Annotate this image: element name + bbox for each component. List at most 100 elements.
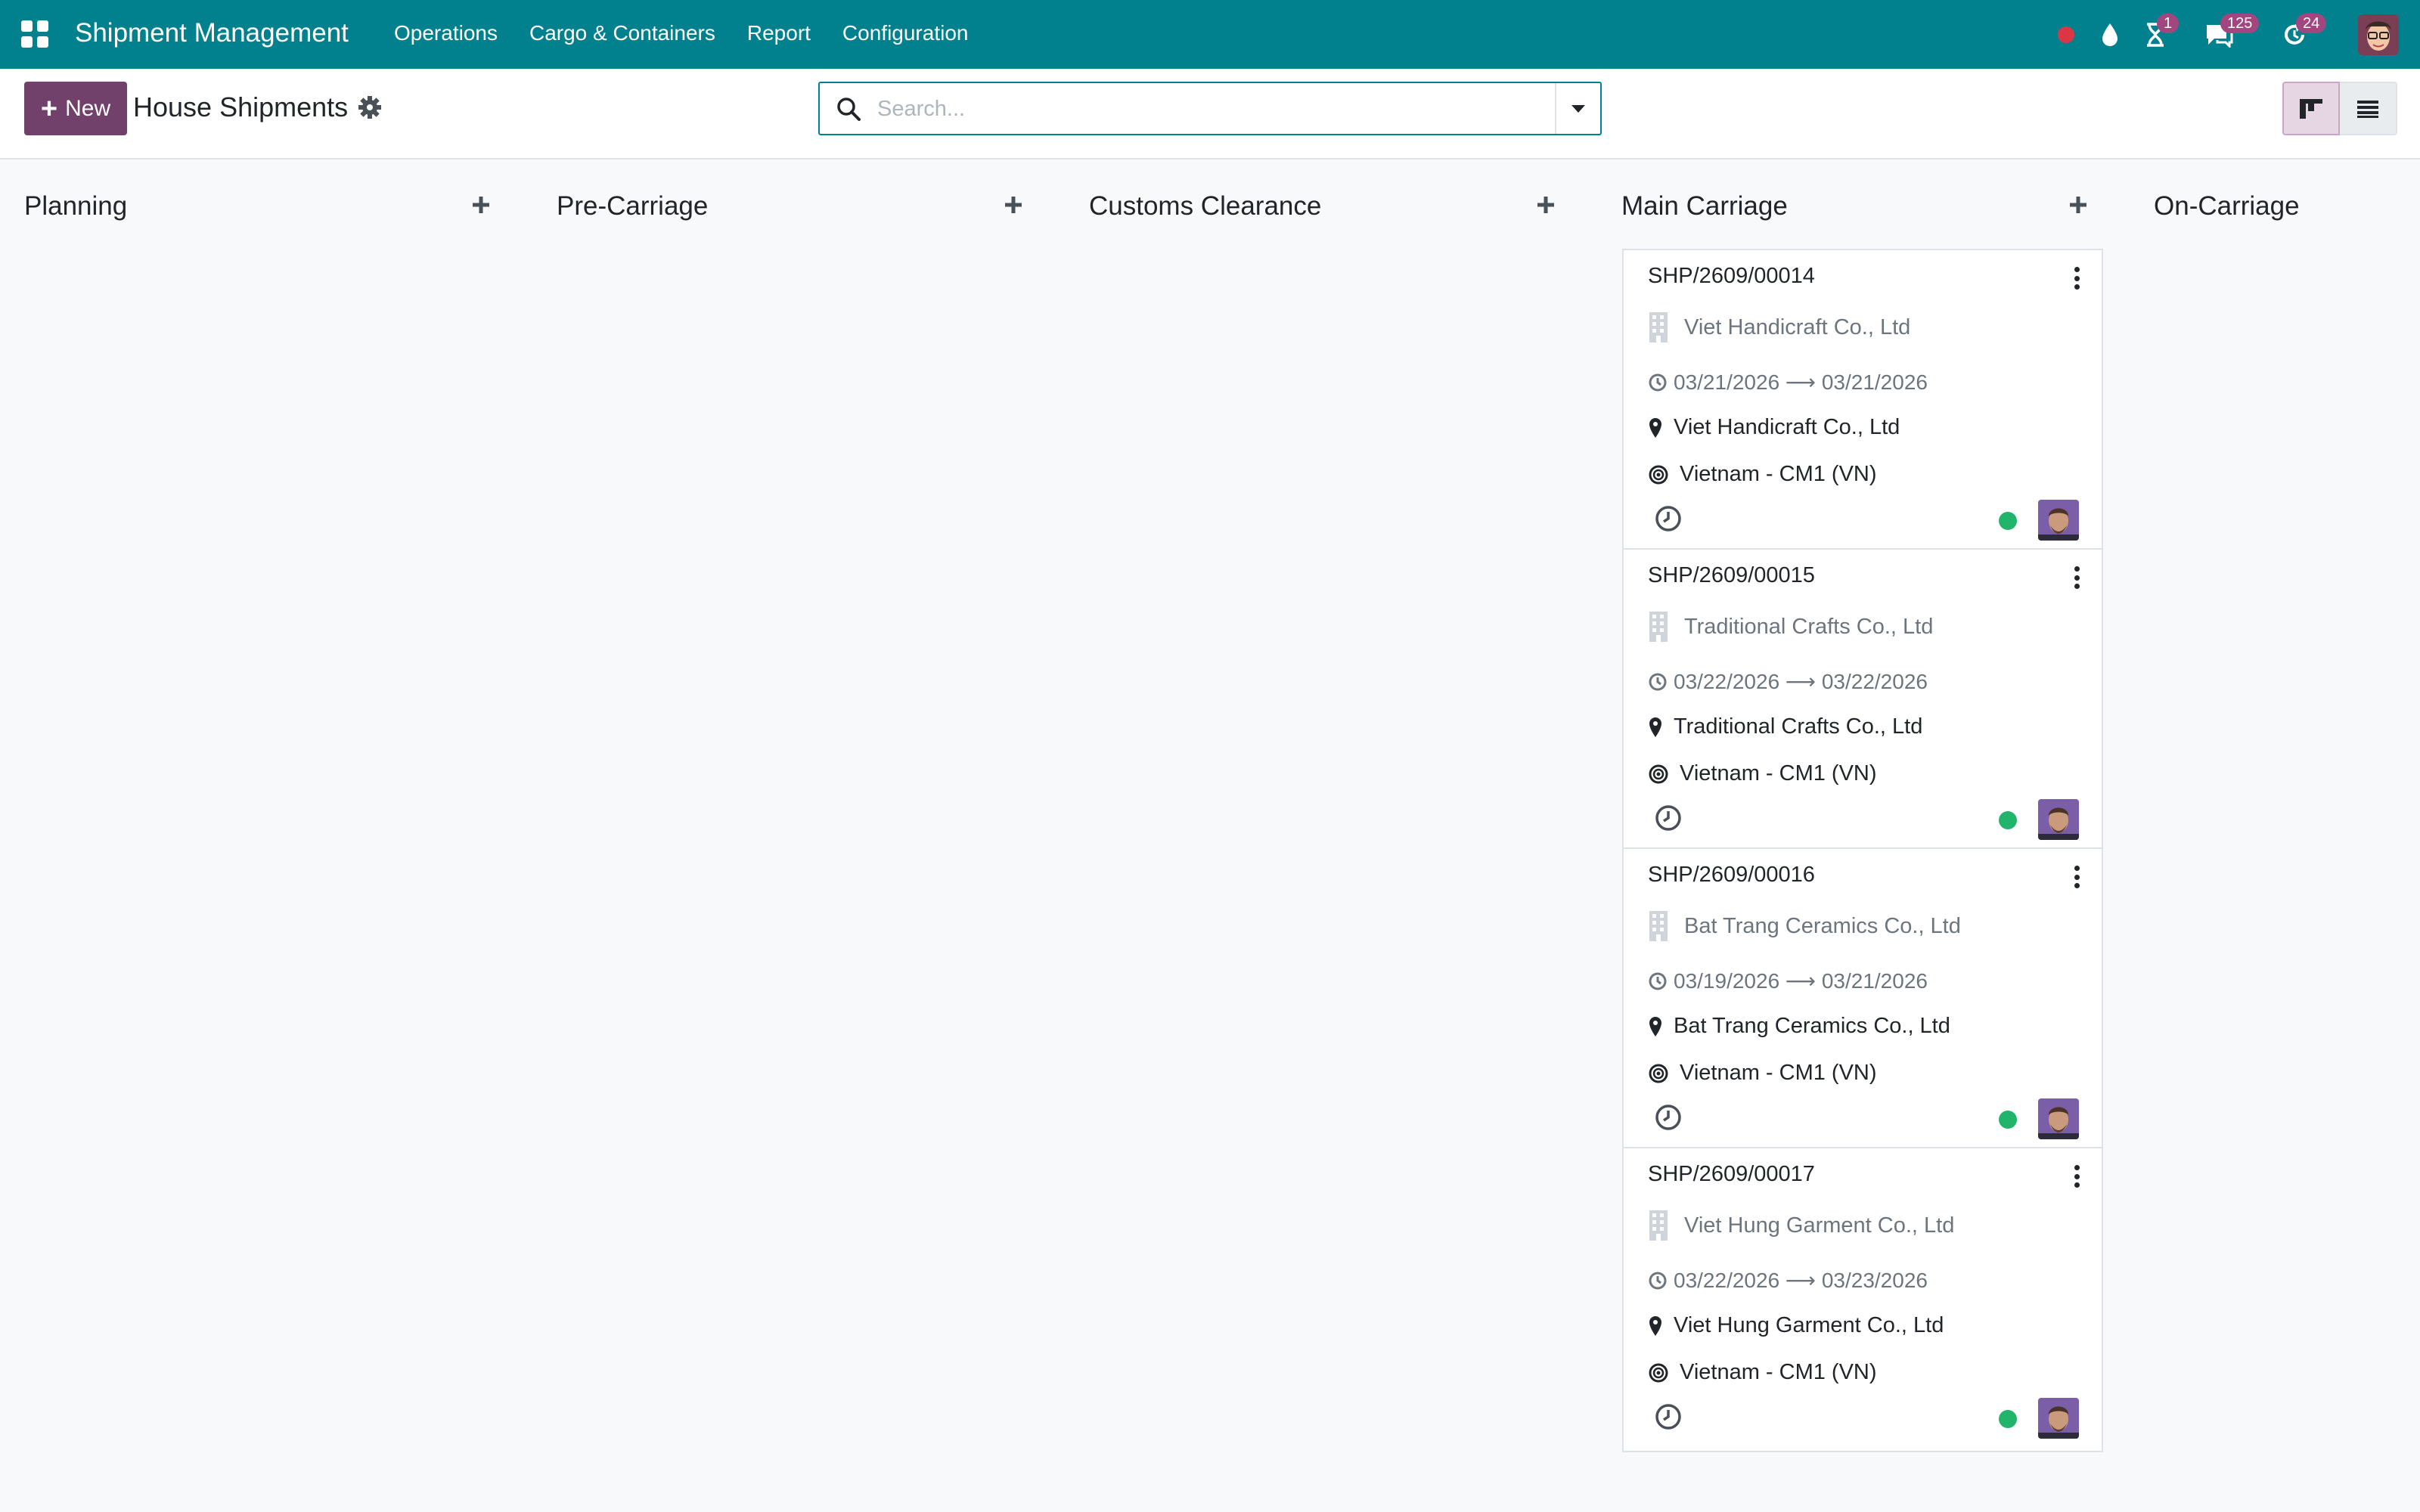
card-menu-icon[interactable]	[2071, 267, 2082, 290]
kanban-board: Planning Pre-Carriage Customs Clearance …	[0, 161, 2420, 1512]
record-dot-icon[interactable]	[2048, 17, 2084, 53]
location-row: Bat Trang Ceramics Co., Ltd	[1648, 1014, 1950, 1039]
new-button[interactable]: + New	[24, 82, 127, 135]
location-row: Traditional Crafts Co., Ltd	[1648, 714, 1922, 739]
map-marker-icon	[1649, 1016, 1661, 1036]
shipment-reference: SHP/2609/00014	[1648, 264, 1815, 288]
partner-name: Viet Hung Garment Co., Ltd	[1684, 1213, 1955, 1238]
activity-clock-icon[interactable]	[1654, 504, 1683, 533]
column-title: Planning	[24, 191, 128, 221]
building-icon	[1649, 312, 1668, 342]
building-icon	[1649, 612, 1668, 642]
shipment-card[interactable]: SHP/2609/00016 Bat Trang Ceramics Co., L…	[1622, 847, 2103, 1153]
date-range: 03/22/2026 ⟶ 03/22/2026	[1674, 670, 1928, 693]
clock-icon	[1649, 1272, 1667, 1289]
add-card-icon[interactable]	[1531, 190, 1561, 220]
shipment-card[interactable]: SHP/2609/00017 Viet Hung Garment Co., Lt…	[1622, 1147, 2103, 1452]
assignee-avatar[interactable]	[2038, 500, 2079, 541]
assignee-avatar[interactable]	[2038, 799, 2079, 840]
shipment-card[interactable]: SHP/2609/00015 Traditional Crafts Co., L…	[1622, 548, 2103, 854]
partner-name: Viet Handicraft Co., Ltd	[1684, 314, 1911, 339]
kanban-icon	[2300, 98, 2322, 119]
search-bar	[818, 82, 1602, 135]
column-title: Pre-Carriage	[557, 191, 709, 221]
drop-icon[interactable]	[2092, 17, 2128, 53]
pickup-location: Bat Trang Ceramics Co., Ltd	[1674, 1014, 1950, 1038]
menu-operations[interactable]: Operations	[394, 21, 498, 45]
main-menu: Operations Cargo & Containers Report Con…	[394, 21, 1000, 45]
top-navbar: Shipment Management Operations Cargo & C…	[0, 0, 2420, 69]
clock-icon	[1649, 373, 1667, 391]
card-menu-icon[interactable]	[2071, 866, 2082, 888]
caret-down-icon	[1571, 104, 1585, 113]
card-menu-icon[interactable]	[2071, 1165, 2082, 1188]
port-name: Vietnam - CM1 (VN)	[1680, 1061, 1877, 1085]
control-panel: + New House Shipments	[0, 69, 2420, 160]
activity-clock-icon[interactable]	[1654, 1103, 1683, 1132]
kanban-column-pre-carriage: Pre-Carriage	[532, 161, 1041, 1512]
search-input[interactable]	[877, 91, 1528, 127]
shipment-card[interactable]: SHP/2609/00014 Viet Handicraft Co., Ltd …	[1622, 249, 2103, 554]
assignee-avatar[interactable]	[2038, 1098, 2079, 1139]
view-switcher	[2282, 82, 2397, 135]
activity-clock-icon[interactable]	[1654, 1402, 1683, 1431]
assignee-avatar[interactable]	[2038, 1398, 2079, 1439]
add-card-icon[interactable]	[998, 190, 1028, 220]
building-icon	[1649, 1210, 1668, 1241]
date-range: 03/22/2026 ⟶ 03/23/2026	[1674, 1269, 1928, 1292]
bullseye-icon	[1649, 465, 1668, 484]
apps-menu-icon[interactable]	[21, 20, 48, 48]
building-icon	[1649, 911, 1668, 941]
partner-row: Viet Handicraft Co., Ltd	[1648, 311, 1910, 344]
activity-clock-icon[interactable]	[1654, 804, 1683, 832]
user-avatar[interactable]	[2358, 14, 2399, 55]
date-range-row: 03/19/2026 ⟶ 03/21/2026	[1648, 968, 1928, 993]
add-card-icon[interactable]	[466, 190, 496, 220]
status-indicator[interactable]	[1999, 512, 2017, 530]
updates-badge: 24	[2296, 14, 2327, 33]
gear-icon[interactable]	[357, 94, 383, 120]
partner-row: Bat Trang Ceramics Co., Ltd	[1648, 909, 1961, 943]
new-button-label: New	[65, 95, 111, 121]
app-brand[interactable]: Shipment Management	[75, 18, 349, 48]
partner-name: Bat Trang Ceramics Co., Ltd	[1684, 913, 1961, 938]
clock-icon	[1649, 972, 1667, 990]
map-marker-icon	[1649, 717, 1661, 737]
bullseye-icon	[1649, 764, 1668, 783]
kanban-view-button[interactable]	[2282, 82, 2340, 135]
kanban-column-customs-clearance: Customs Clearance	[1065, 161, 1573, 1512]
plus-icon: +	[40, 92, 58, 125]
partner-name: Traditional Crafts Co., Ltd	[1684, 614, 1934, 639]
menu-report[interactable]: Report	[747, 21, 811, 45]
updates-icon[interactable]: 24	[2276, 14, 2327, 53]
map-marker-icon	[1649, 417, 1661, 438]
port-row: Vietnam - CM1 (VN)	[1648, 761, 1877, 786]
menu-cargo-containers[interactable]: Cargo & Containers	[529, 21, 715, 45]
search-icon	[835, 95, 862, 122]
port-name: Vietnam - CM1 (VN)	[1680, 462, 1877, 486]
port-row: Vietnam - CM1 (VN)	[1648, 462, 1877, 487]
bullseye-icon	[1649, 1363, 1668, 1382]
status-indicator[interactable]	[1999, 1410, 2017, 1428]
messages-icon[interactable]: 125	[2201, 14, 2260, 53]
add-card-icon[interactable]	[2063, 190, 2093, 220]
date-range: 03/21/2026 ⟶ 03/21/2026	[1674, 370, 1928, 394]
port-name: Vietnam - CM1 (VN)	[1680, 761, 1877, 785]
port-row: Vietnam - CM1 (VN)	[1648, 1360, 1877, 1385]
pickup-location: Traditional Crafts Co., Ltd	[1674, 714, 1923, 739]
kanban-column-on-carriage: On-Carriage	[2130, 161, 2420, 1512]
activity-hourglass-icon[interactable]: 1	[2137, 14, 2180, 53]
column-title: Customs Clearance	[1089, 191, 1322, 221]
column-title: On-Carriage	[2154, 191, 2300, 221]
date-range-row: 03/22/2026 ⟶ 03/22/2026	[1648, 669, 1928, 694]
activity-badge: 1	[2157, 14, 2180, 33]
status-indicator[interactable]	[1999, 811, 2017, 829]
menu-configuration[interactable]: Configuration	[842, 21, 969, 45]
shipment-reference: SHP/2609/00015	[1648, 563, 1815, 587]
location-row: Viet Handicraft Co., Ltd	[1648, 415, 1900, 440]
list-view-button[interactable]	[2340, 82, 2397, 135]
date-range: 03/19/2026 ⟶ 03/21/2026	[1674, 969, 1928, 993]
status-indicator[interactable]	[1999, 1111, 2017, 1129]
search-options-toggle[interactable]	[1555, 83, 1600, 134]
card-menu-icon[interactable]	[2071, 566, 2082, 589]
